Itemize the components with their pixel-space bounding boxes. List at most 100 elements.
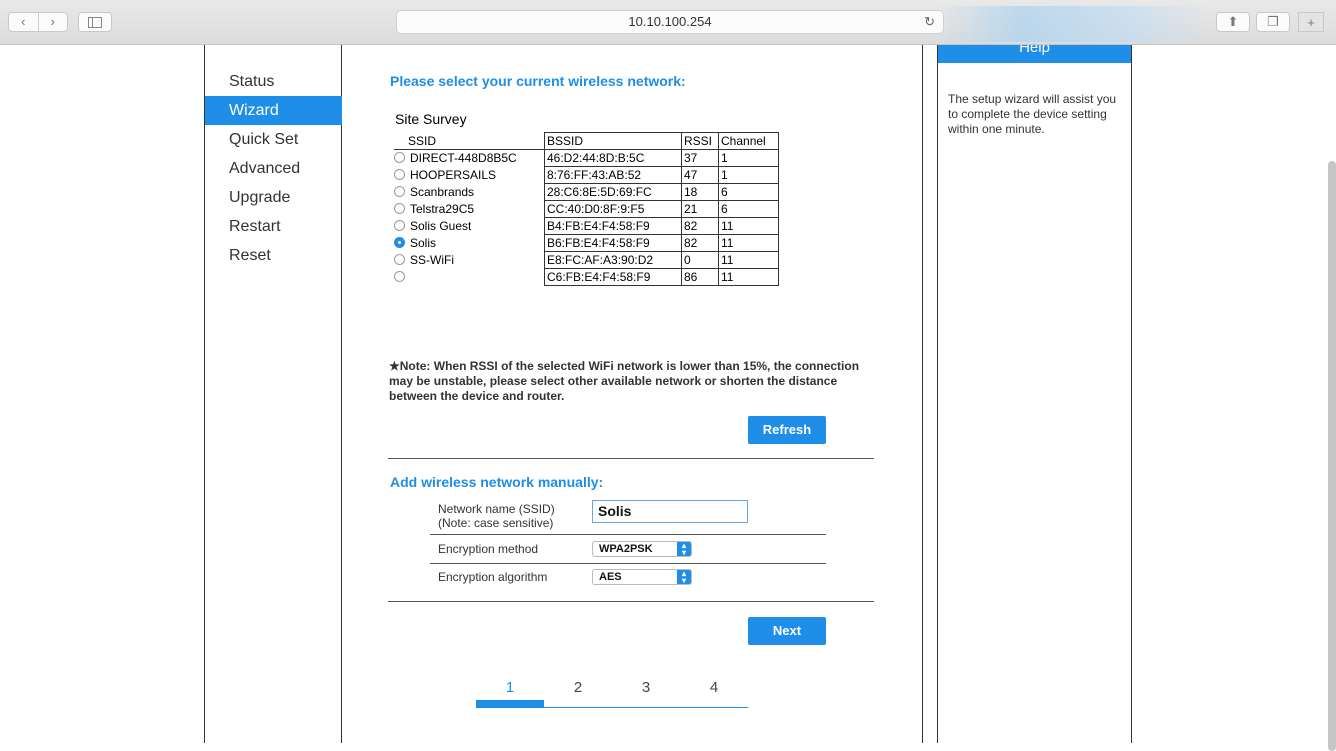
address-bar[interactable]: 10.10.100.254 ↻ bbox=[396, 10, 944, 34]
ssid-cell bbox=[394, 269, 545, 286]
network-radio[interactable] bbox=[394, 254, 405, 265]
side-menu: Status Wizard Quick Set Advanced Upgrade… bbox=[205, 67, 342, 270]
ssid-text: Scanbrands bbox=[410, 185, 475, 199]
table-row[interactable]: DIRECT-448D8B5C 46:D2:44:8D:B:5C 37 1 bbox=[394, 149, 779, 167]
rssi-cell: 18 bbox=[681, 183, 719, 201]
nav-item-upgrade[interactable]: Upgrade bbox=[205, 183, 342, 212]
tabs-icon: ❐ bbox=[1267, 14, 1279, 29]
ssid-text: HOOPERSAILS bbox=[410, 168, 497, 182]
page: Status Wizard Quick Set Advanced Upgrade… bbox=[0, 45, 1336, 751]
table-row[interactable]: C6:FB:E4:F4:58:F9 86 11 bbox=[394, 268, 779, 286]
share-icon: ⬆ bbox=[1227, 14, 1239, 29]
ssid-label-line: Network name (SSID) bbox=[438, 502, 555, 516]
table-row[interactable]: SS-WiFi E8:FC:AF:A3:90:D2 0 11 bbox=[394, 251, 779, 269]
channel-cell: 6 bbox=[718, 183, 779, 201]
column-header-bssid: BSSID bbox=[544, 132, 682, 150]
loading-progress bbox=[940, 6, 1210, 42]
channel-cell: 11 bbox=[718, 268, 779, 286]
column-header-ssid: SSID bbox=[394, 132, 545, 150]
sidebar-icon bbox=[88, 16, 102, 28]
bssid-cell: 28:C6:8E:5D:69:FC bbox=[544, 183, 682, 201]
bssid-cell: 46:D2:44:8D:B:5C bbox=[544, 149, 682, 167]
ssid-input[interactable]: Solis bbox=[592, 500, 748, 523]
manual-network-heading: Add wireless network manually: bbox=[390, 474, 604, 490]
bssid-cell: 8:76:FF:43:AB:52 bbox=[544, 166, 682, 184]
network-radio[interactable] bbox=[394, 152, 405, 164]
network-radio[interactable] bbox=[394, 271, 405, 282]
step-progress-bar bbox=[476, 700, 544, 708]
select-arrows-icon: ▴ ▾ bbox=[677, 570, 691, 585]
rssi-cell: 21 bbox=[681, 200, 719, 218]
ssid-text: Solis bbox=[410, 236, 437, 250]
table-header: SSID BSSID RSSI Channel bbox=[394, 132, 779, 150]
next-button[interactable]: Next bbox=[748, 617, 826, 645]
chevron-right-icon[interactable]: › bbox=[39, 13, 68, 31]
channel-cell: 1 bbox=[718, 166, 779, 184]
encryption-method-label: Encryption method bbox=[438, 542, 539, 556]
channel-cell: 11 bbox=[718, 251, 779, 269]
bssid-cell: B6:FB:E4:F4:58:F9 bbox=[544, 234, 682, 252]
channel-cell: 6 bbox=[718, 200, 779, 218]
reload-icon[interactable]: ↻ bbox=[924, 11, 935, 33]
site-survey-label: Site Survey bbox=[395, 111, 467, 127]
share-button[interactable]: ⬆ bbox=[1216, 12, 1250, 32]
refresh-button[interactable]: Refresh bbox=[748, 416, 826, 444]
ssid-text: DIRECT-448D8B5C bbox=[410, 151, 517, 166]
bssid-cell: C6:FB:E4:F4:58:F9 bbox=[544, 268, 682, 286]
step-3: 3 bbox=[641, 679, 651, 696]
ssid-cell: Scanbrands bbox=[394, 184, 545, 201]
ssid-text: Telstra29C5 bbox=[410, 202, 475, 216]
scrollbar[interactable] bbox=[1328, 161, 1336, 751]
ssid-cell: Solis Guest bbox=[394, 218, 545, 235]
rssi-cell: 86 bbox=[681, 268, 719, 286]
channel-cell: 11 bbox=[718, 217, 779, 235]
ssid-cell: DIRECT-448D8B5C bbox=[394, 150, 545, 167]
network-radio[interactable] bbox=[394, 237, 405, 248]
section-divider bbox=[388, 458, 874, 459]
chevron-left-icon[interactable]: ‹ bbox=[9, 13, 39, 31]
ssid-cell: Solis bbox=[394, 235, 545, 252]
wizard-panel: Please select your current wireless netw… bbox=[342, 45, 922, 743]
encryption-method-value: WPA2PSK bbox=[599, 543, 653, 555]
column-header-channel: Channel bbox=[718, 132, 779, 150]
nav-item-restart[interactable]: Restart bbox=[205, 212, 342, 241]
nav-item-wizard[interactable]: Wizard bbox=[205, 96, 342, 125]
network-radio[interactable] bbox=[394, 186, 405, 197]
sidebar-toggle-button[interactable] bbox=[78, 12, 112, 32]
rssi-note: ★Note: When RSSI of the selected WiFi ne… bbox=[389, 359, 860, 403]
section-divider bbox=[388, 601, 874, 602]
table-row[interactable]: Solis Guest B4:FB:E4:F4:58:F9 82 11 bbox=[394, 217, 779, 235]
table-row[interactable]: Telstra29C5 CC:40:D0:8F:9:F5 21 6 bbox=[394, 200, 779, 218]
tab-overview-button[interactable]: ❐ bbox=[1256, 12, 1290, 32]
table-row[interactable]: Solis B6:FB:E4:F4:58:F9 82 11 bbox=[394, 234, 779, 252]
nav-item-reset[interactable]: Reset bbox=[205, 241, 342, 270]
url-text: 10.10.100.254 bbox=[628, 14, 712, 29]
nav-item-quick-set[interactable]: Quick Set bbox=[205, 125, 342, 154]
table-row[interactable]: Scanbrands 28:C6:8E:5D:69:FC 18 6 bbox=[394, 183, 779, 201]
network-radio[interactable] bbox=[394, 220, 405, 231]
column-header-rssi: RSSI bbox=[681, 132, 719, 150]
new-tab-button[interactable]: + bbox=[1298, 12, 1324, 32]
ssid-text: SS-WiFi bbox=[410, 253, 454, 267]
divider bbox=[1131, 45, 1132, 743]
encryption-method-select[interactable]: WPA2PSK ▴ ▾ bbox=[592, 541, 692, 557]
nav-item-status[interactable]: Status bbox=[205, 67, 342, 96]
table-row[interactable]: HOOPERSAILS 8:76:FF:43:AB:52 47 1 bbox=[394, 166, 779, 184]
network-radio[interactable] bbox=[394, 203, 405, 214]
rssi-cell: 37 bbox=[681, 149, 719, 167]
encryption-algorithm-select[interactable]: AES ▴ ▾ bbox=[592, 569, 692, 585]
select-arrows-icon: ▴ ▾ bbox=[677, 542, 691, 557]
help-panel: Help The setup wizard will assist you to… bbox=[938, 45, 1131, 743]
ssid-cell: SS-WiFi bbox=[394, 252, 545, 269]
site-survey-table: SSID BSSID RSSI Channel DIRECT-448D8B5C 4… bbox=[394, 132, 779, 286]
field-divider bbox=[430, 534, 826, 535]
bssid-cell: CC:40:D0:8F:9:F5 bbox=[544, 200, 682, 218]
ssid-cell: HOOPERSAILS bbox=[394, 167, 545, 184]
help-title: Help bbox=[1019, 45, 1050, 56]
rssi-cell: 82 bbox=[681, 217, 719, 235]
step-4: 4 bbox=[709, 679, 719, 696]
nav-item-advanced[interactable]: Advanced bbox=[205, 154, 342, 183]
rssi-cell: 82 bbox=[681, 234, 719, 252]
network-radio[interactable] bbox=[394, 169, 405, 180]
divider bbox=[922, 45, 923, 743]
